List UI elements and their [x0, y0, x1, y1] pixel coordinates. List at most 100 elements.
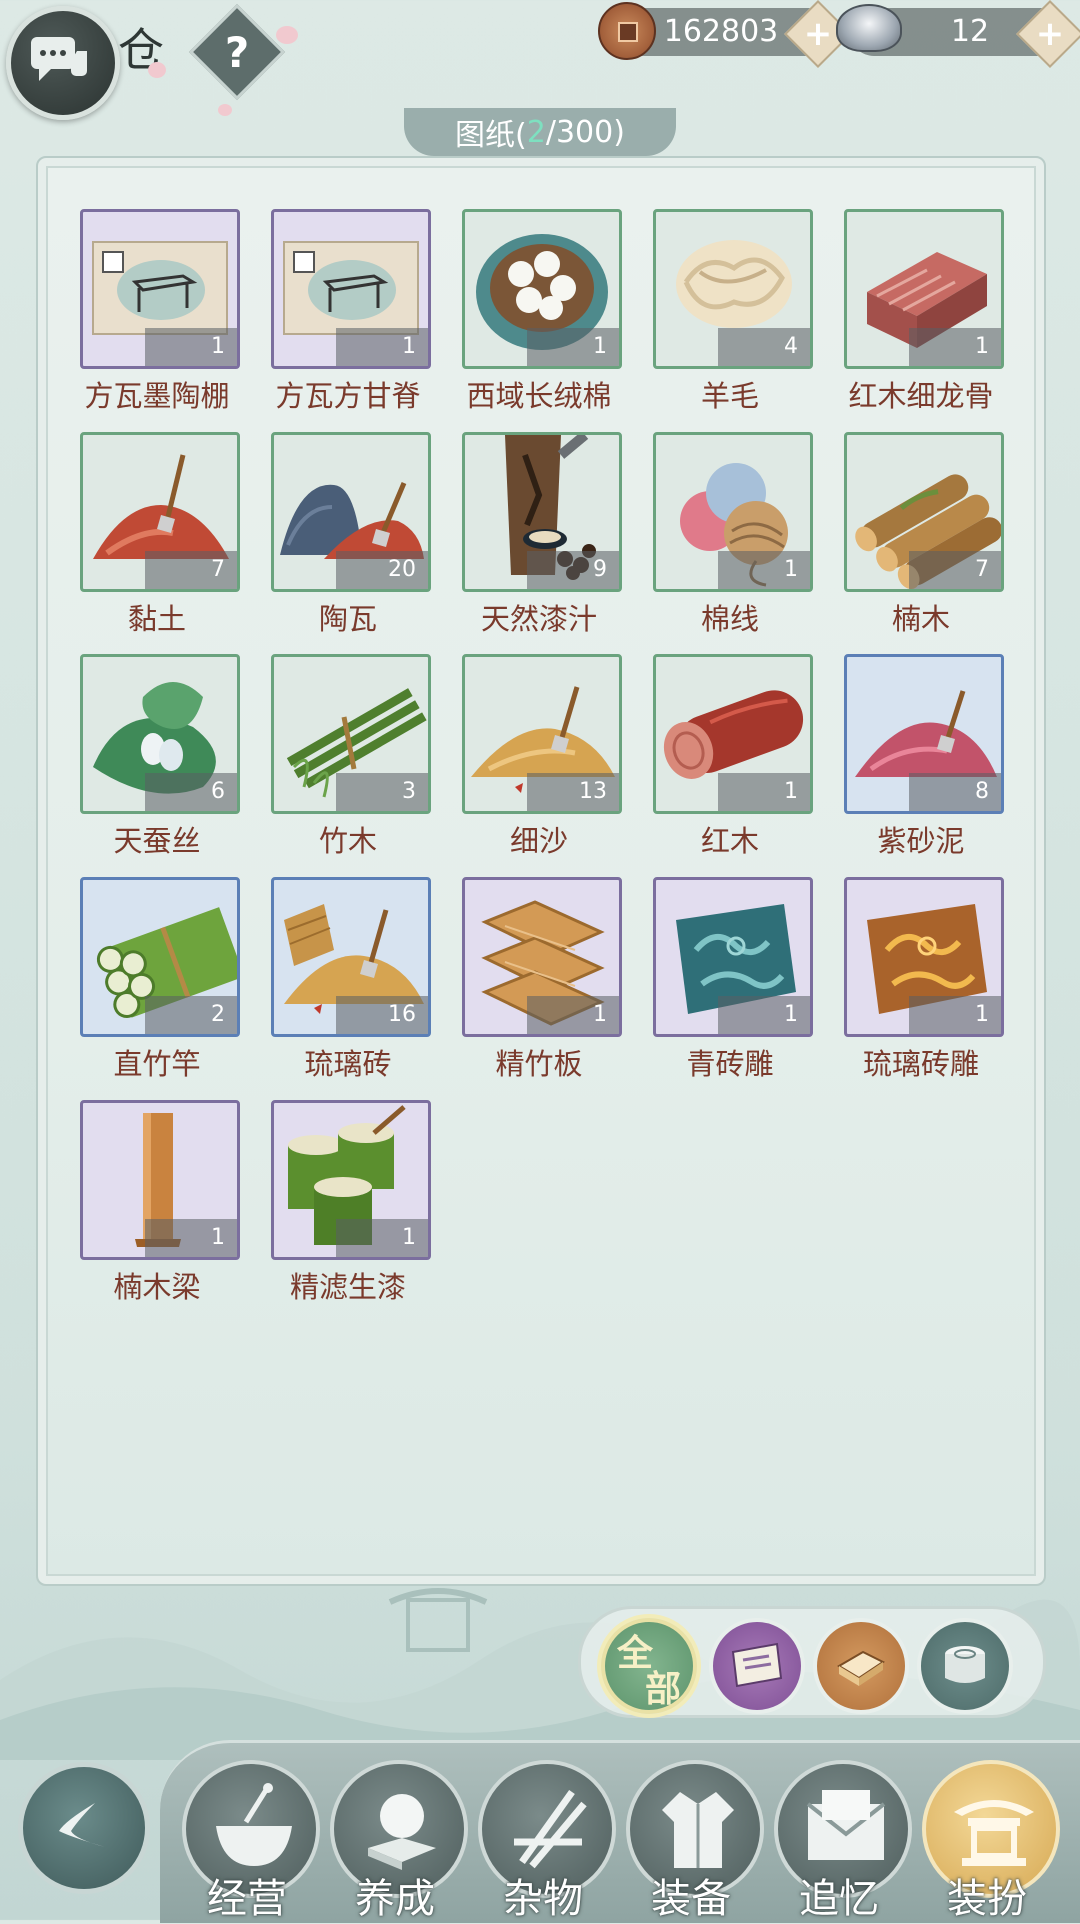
inventory-item[interactable]: 1 精竹板 [462, 877, 622, 1083]
inventory-item[interactable]: 13 细沙 [462, 654, 622, 860]
inventory-item[interactable]: 3 竹木 [271, 654, 431, 860]
filter-wood-button[interactable] [917, 1618, 1013, 1714]
item-count: 13 [527, 773, 619, 811]
item-tile[interactable]: 9 [462, 432, 622, 592]
item-name: 天然漆汁 [480, 602, 597, 636]
item-tile[interactable]: 1 [844, 209, 1004, 369]
inventory-item[interactable]: 9 天然漆汁 [462, 432, 622, 638]
item-count: 1 [718, 773, 810, 811]
tab-count: 2 [526, 114, 546, 150]
item-tile[interactable]: 8 [844, 654, 1004, 814]
item-tile[interactable]: 7 [80, 432, 240, 592]
item-tile[interactable]: 1 [462, 209, 622, 369]
item-count: 1 [718, 551, 810, 589]
inventory-item[interactable]: 2 直竹竿 [80, 877, 240, 1083]
item-count: 2 [145, 996, 237, 1034]
inventory-item[interactable]: 6 天蚕丝 [80, 654, 240, 860]
item-tile[interactable]: 1 [653, 432, 813, 592]
nav-label: 装扮 [947, 1876, 1027, 1922]
item-name: 青砖雕 [686, 1047, 774, 1081]
inventory-item[interactable]: 20 陶瓦 [271, 432, 431, 638]
item-name: 红木 [700, 824, 759, 858]
filter-blueprint-button[interactable] [709, 1618, 805, 1714]
item-name: 竹木 [318, 824, 377, 858]
pavilion-icon [954, 1800, 1034, 1866]
item-name: 精滤生漆 [289, 1270, 406, 1304]
inventory-item[interactable]: 1 西域长绒棉 [462, 209, 622, 415]
item-count: 1 [145, 328, 237, 366]
inventory-item[interactable]: 7 黏土 [80, 432, 240, 638]
inventory-item[interactable]: 1 精滤生漆 [271, 1100, 431, 1306]
item-name: 陶瓦 [318, 602, 377, 636]
item-name: 棉线 [700, 602, 759, 636]
item-tile[interactable]: 1 [271, 209, 431, 369]
item-tile[interactable]: 1 [271, 1100, 431, 1260]
item-count: 1 [145, 1219, 237, 1257]
item-count: 1 [336, 328, 428, 366]
blueprint-tab-header: 图纸(2/300) [404, 108, 676, 156]
item-tile[interactable]: 6 [80, 654, 240, 814]
filter-all-button[interactable]: 全 部 [601, 1618, 697, 1714]
item-count: 4 [718, 328, 810, 366]
scroll-icon [731, 1642, 783, 1688]
item-tile[interactable]: 2 [80, 877, 240, 1037]
item-tile[interactable]: 1 [80, 209, 240, 369]
petal-decoration [276, 26, 298, 44]
item-count: 1 [909, 996, 1001, 1034]
item-tile[interactable]: 1 [844, 877, 1004, 1037]
item-tile[interactable]: 4 [653, 209, 813, 369]
inventory-item[interactable]: 8 紫砂泥 [844, 654, 1004, 860]
item-name: 西域长绒棉 [466, 379, 612, 413]
inventory-item[interactable]: 1 红木细龙骨 [844, 209, 1004, 415]
item-tile[interactable]: 1 [653, 654, 813, 814]
plus-icon: + [1035, 14, 1065, 54]
item-name: 红木细龙骨 [848, 379, 994, 413]
item-name: 琉璃砖 [304, 1047, 392, 1081]
filter-material-button[interactable] [813, 1618, 909, 1714]
pearl-icon [368, 1794, 436, 1870]
nav-label: 经营 [207, 1876, 287, 1922]
back-button[interactable] [18, 1762, 150, 1894]
item-name: 楠木梁 [113, 1270, 201, 1304]
inventory-item[interactable]: 16 琉璃砖 [271, 877, 431, 1083]
inventory-item[interactable]: 1 琉璃砖雕 [844, 877, 1004, 1083]
inventory-item[interactable]: 1 方瓦方甘脊 [271, 209, 431, 415]
item-tile[interactable]: 1 [80, 1100, 240, 1260]
item-count: 6 [145, 773, 237, 811]
back-arrow-icon [59, 1803, 105, 1847]
copper-coin-icon [598, 2, 656, 60]
item-name: 楠木 [891, 602, 950, 636]
item-name: 细沙 [509, 824, 568, 858]
help-button[interactable]: ? [188, 3, 286, 101]
item-name: 黏土 [127, 602, 186, 636]
item-count: 7 [909, 551, 1001, 589]
item-tile[interactable]: 1 [462, 877, 622, 1037]
robe-icon [662, 1792, 734, 1868]
inventory-item[interactable]: 1 楠木梁 [80, 1100, 240, 1306]
item-name: 羊毛 [700, 379, 759, 413]
sticks-icon [514, 1789, 587, 1869]
item-count: 3 [336, 773, 428, 811]
item-count: 1 [718, 996, 810, 1034]
item-tile[interactable]: 20 [271, 432, 431, 592]
chat-button[interactable] [6, 6, 120, 120]
item-tile[interactable]: 13 [462, 654, 622, 814]
inventory-item[interactable]: 1 棉线 [653, 432, 813, 638]
item-count: 1 [909, 328, 1001, 366]
letter-icon [806, 1790, 886, 1860]
inventory-item[interactable]: 4 羊毛 [653, 209, 813, 415]
inventory-item[interactable]: 1 青砖雕 [653, 877, 813, 1083]
item-tile[interactable]: 16 [271, 877, 431, 1037]
inventory-item[interactable]: 1 方瓦墨陶棚 [80, 209, 240, 415]
item-tile[interactable]: 7 [844, 432, 1004, 592]
item-tile[interactable]: 3 [271, 654, 431, 814]
item-tile[interactable]: 1 [653, 877, 813, 1037]
inventory-item[interactable]: 7 楠木 [844, 432, 1004, 638]
item-name: 天蚕丝 [113, 824, 201, 858]
item-name: 紫砂泥 [877, 824, 965, 858]
item-name: 方瓦墨陶棚 [84, 379, 230, 413]
inventory-item[interactable]: 1 红木 [653, 654, 813, 860]
tree-stump-icon [945, 1646, 985, 1683]
add-silver-button[interactable]: + [1016, 0, 1080, 68]
item-name: 精竹板 [495, 1047, 583, 1081]
